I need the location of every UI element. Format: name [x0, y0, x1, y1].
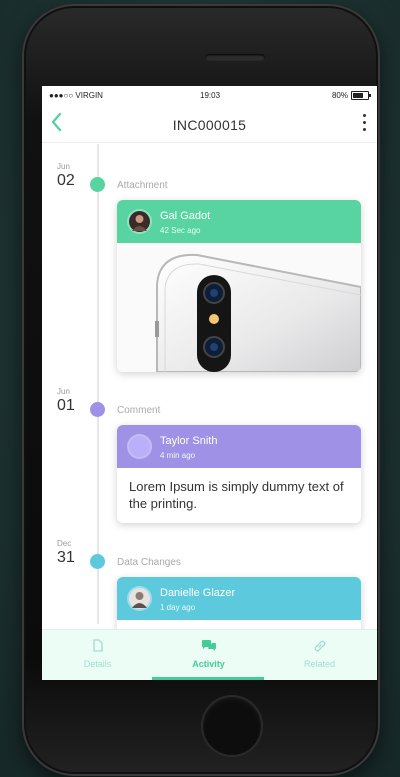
tab-activity[interactable]: Activity [153, 630, 264, 680]
avatar [129, 588, 150, 609]
activity-type-label: Attachment [117, 180, 168, 191]
page-title: INC000015 [172, 117, 247, 133]
attachment-card[interactable]: Gal Gadot 42 Sec ago [117, 200, 361, 372]
link-icon [264, 639, 375, 653]
chat-icon [153, 639, 264, 653]
date-month: Dec [57, 539, 72, 548]
more-vertical-icon[interactable] [363, 114, 367, 132]
status-bar: ●●●○○ VIRGIN 19:03 80% [42, 86, 377, 104]
comment-text: Lorem Ipsum is simply dummy text of the … [129, 479, 344, 511]
user-name: Gal Gadot [160, 210, 211, 222]
timeline-line [97, 144, 99, 624]
carrier-label: ●●●○○ VIRGIN [49, 91, 103, 100]
timeline-dot-comment [90, 402, 105, 417]
timeline-dot-attachment [90, 177, 105, 192]
timestamp: 42 Sec ago [160, 226, 201, 235]
tab-label: Activity [192, 659, 225, 669]
date-dec-31: Dec 31 [57, 539, 75, 567]
date-month: Jun [57, 162, 70, 171]
date-day: 02 [57, 172, 75, 189]
avatar [129, 211, 150, 232]
home-button[interactable] [203, 697, 261, 755]
user-name: Taylor Snith [160, 435, 218, 447]
card-header: Gal Gadot 42 Sec ago [117, 200, 361, 243]
top-nav-bar: INC000015 [42, 106, 377, 143]
timestamp: 1 day ago [160, 603, 196, 612]
date-jun-01: Jun 01 [57, 387, 75, 415]
battery-percent: 80% [331, 91, 348, 100]
tab-related[interactable]: Related [264, 630, 375, 680]
battery-icon [351, 91, 371, 100]
avatar [129, 436, 150, 457]
attachment-image[interactable] [117, 243, 361, 372]
data-changes-card[interactable]: Danielle Glazer 1 day ago [117, 577, 361, 637]
activity-type-label: Comment [117, 405, 161, 416]
clock: 19:03 [200, 91, 221, 100]
battery-status: 80% [331, 91, 371, 100]
tab-label: Related [303, 659, 336, 669]
timeline-dot-data-changes [90, 554, 105, 569]
timestamp: 4 min ago [160, 451, 196, 460]
date-jun-02: Jun 02 [57, 162, 75, 190]
document-icon [42, 639, 153, 653]
date-day: 01 [57, 397, 75, 414]
card-header: Taylor Snith 4 min ago [117, 425, 361, 468]
tab-label: Details [83, 659, 112, 669]
earpiece-speaker [205, 54, 265, 61]
date-month: Jun [57, 387, 70, 396]
activity-type-label: Data Changes [117, 557, 181, 568]
active-tab-indicator [152, 677, 264, 680]
app-screen: ●●●○○ VIRGIN 19:03 80% INC000015 Jun 02 … [42, 86, 377, 680]
bottom-tab-bar: Details Activity Related [42, 629, 377, 680]
tab-details[interactable]: Details [42, 630, 153, 680]
date-day: 31 [57, 549, 75, 566]
comment-card[interactable]: Taylor Snith 4 min ago Lorem Ipsum is si… [117, 425, 361, 523]
user-name: Danielle Glazer [160, 587, 236, 599]
card-header: Danielle Glazer 1 day ago [117, 577, 361, 620]
